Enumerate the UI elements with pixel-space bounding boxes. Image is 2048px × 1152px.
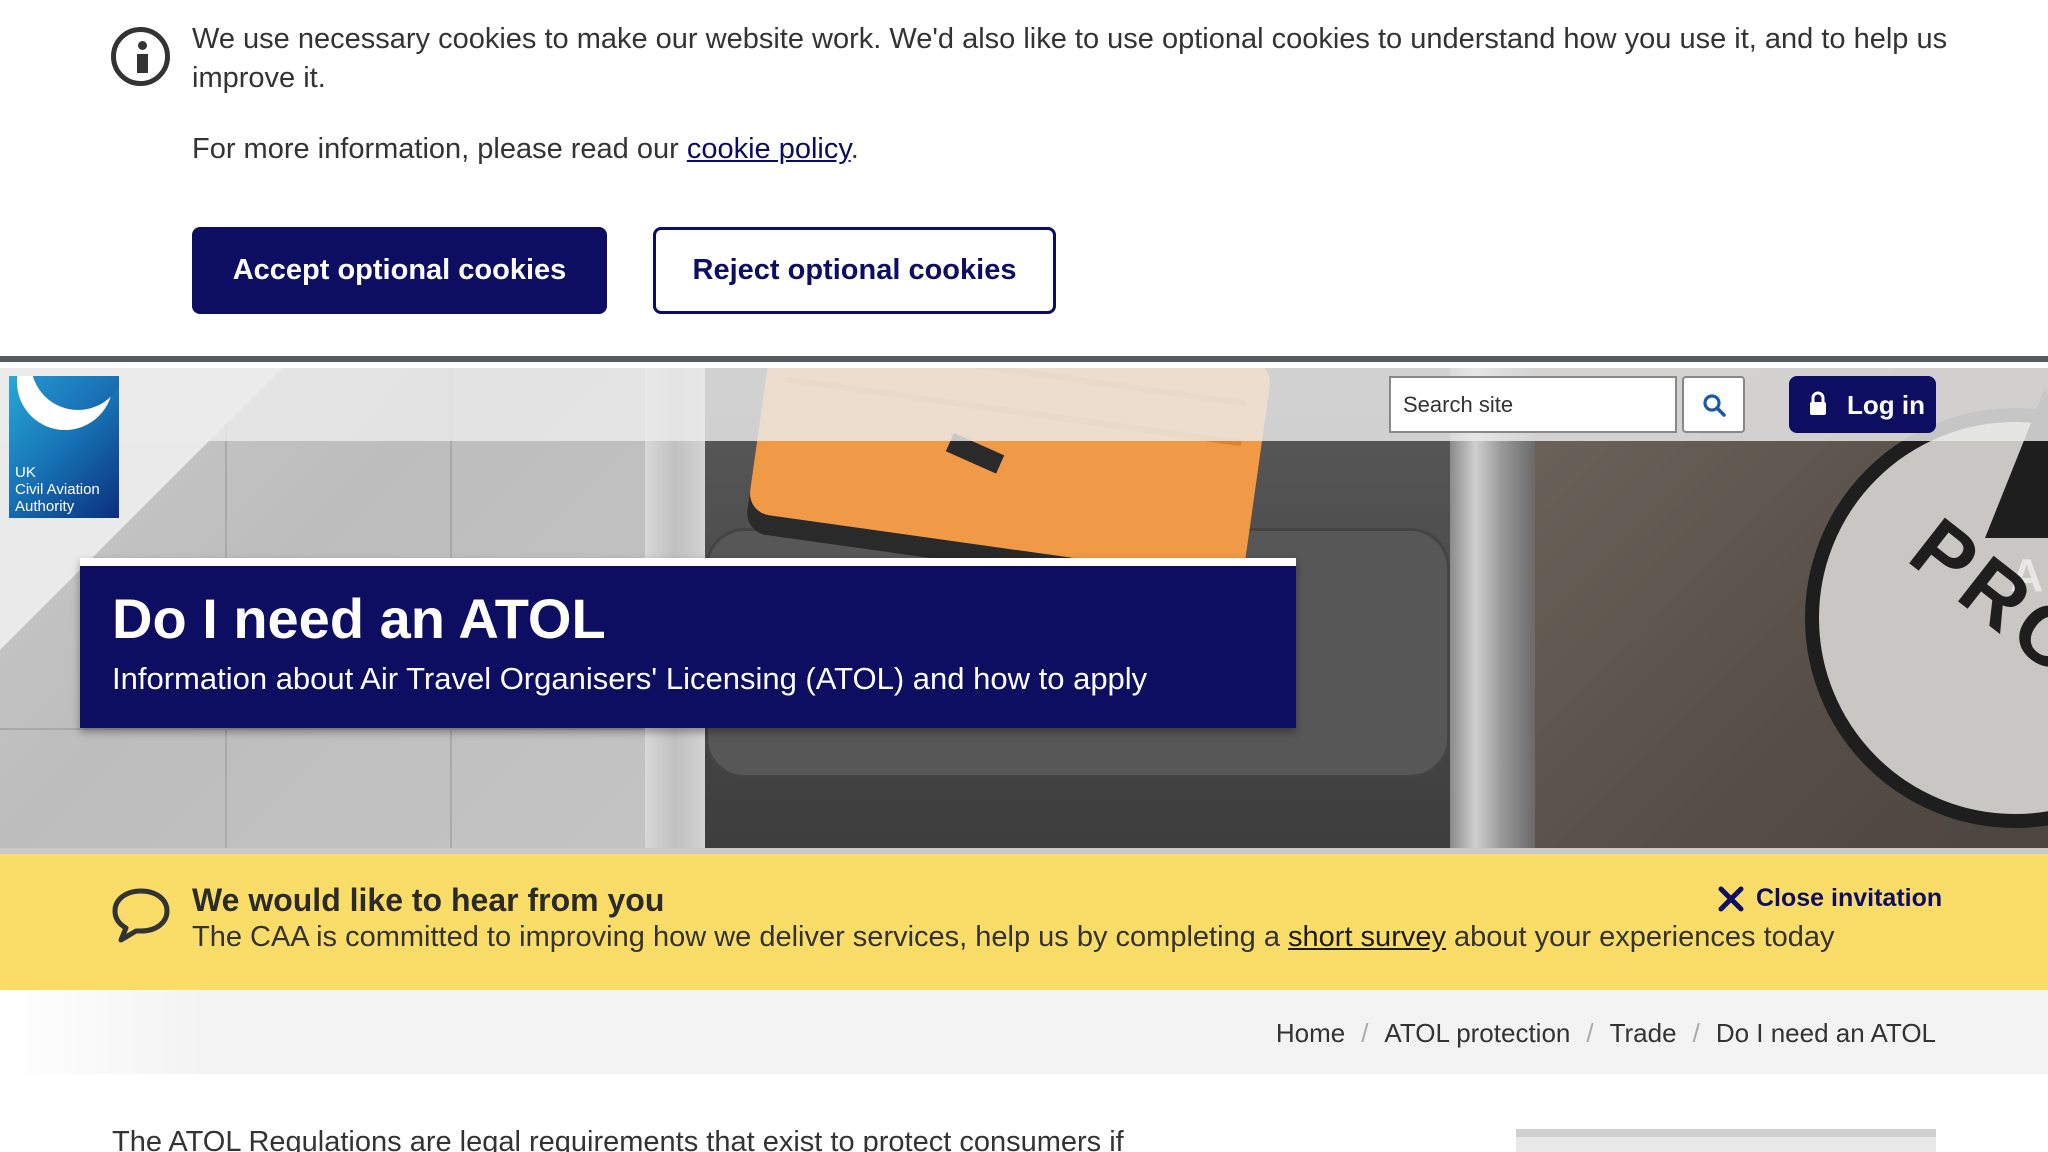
breadcrumb-home[interactable]: Home: [1276, 1018, 1345, 1049]
lock-icon: [1810, 391, 1826, 415]
speech-bubble-icon: [112, 888, 170, 943]
survey-text-suffix: about your experiences today: [1445, 921, 1835, 953]
survey-title: We would like to hear from you: [192, 882, 665, 918]
intro-paragraph: The ATOL Regulations are legal requireme…: [112, 1126, 1124, 1152]
caa-logo-text: UK Civil Aviation Authority: [15, 464, 100, 515]
login-button[interactable]: Log in: [1789, 376, 1936, 433]
close-invitation-label: Close invitation: [1756, 884, 1943, 912]
logo-line-2: Civil Aviation: [15, 481, 100, 498]
logo-line-3: Authority: [15, 498, 75, 515]
breadcrumb-separator: /: [1692, 1018, 1700, 1048]
search-button[interactable]: [1682, 376, 1745, 433]
page-subtitle: Information about Air Travel Organisers'…: [112, 661, 1148, 696]
cookie-more-info: For more information, please read our co…: [192, 130, 859, 169]
survey-invitation: We would like to hear from you The CAA i…: [0, 848, 2048, 990]
breadcrumb-atol-protection[interactable]: ATOL protection: [1384, 1018, 1570, 1049]
caa-logo[interactable]: UK Civil Aviation Authority: [9, 376, 119, 518]
close-icon: [1718, 886, 1744, 912]
cookie-more-info-prefix: For more information, please read our: [192, 133, 687, 165]
logo-line-1: UK: [15, 464, 36, 481]
login-label: Log in: [1847, 390, 1925, 420]
breadcrumb-current: Do I need an ATOL: [1715, 1018, 1936, 1048]
info-icon: [111, 27, 170, 86]
cookie-policy-link[interactable]: cookie policy: [687, 133, 851, 165]
breadcrumb-separator: /: [1361, 1018, 1369, 1048]
search-icon: [1703, 394, 1726, 417]
breadcrumb-bar: Home / ATOL protection / Trade / Do I ne…: [0, 990, 2048, 1074]
accept-cookies-button[interactable]: Accept optional cookies: [192, 227, 607, 314]
hero-banner: A PROT UK Civil Aviation Authority Log i…: [0, 368, 2048, 848]
page-title-box: Do I need an ATOL Information about Air …: [80, 558, 1296, 728]
breadcrumb: Home / ATOL protection / Trade / Do I ne…: [1276, 1018, 1936, 1049]
cookie-more-info-suffix: .: [850, 133, 859, 165]
search-input[interactable]: [1389, 376, 1677, 433]
breadcrumb-separator: /: [1586, 1018, 1594, 1048]
cookie-message: We use necessary cookies to make our web…: [192, 23, 1948, 94]
cookie-banner: We use necessary cookies to make our web…: [0, 0, 2048, 362]
survey-text: The CAA is committed to improving how we…: [192, 921, 1835, 954]
short-survey-link[interactable]: short survey: [1288, 921, 1446, 953]
side-panel: [1516, 1129, 1936, 1152]
reject-cookies-button[interactable]: Reject optional cookies: [653, 227, 1056, 314]
page-title: Do I need an ATOL: [112, 587, 606, 650]
survey-text-prefix: The CAA is committed to improving how we…: [192, 921, 1289, 953]
breadcrumb-trade[interactable]: Trade: [1610, 1018, 1677, 1049]
